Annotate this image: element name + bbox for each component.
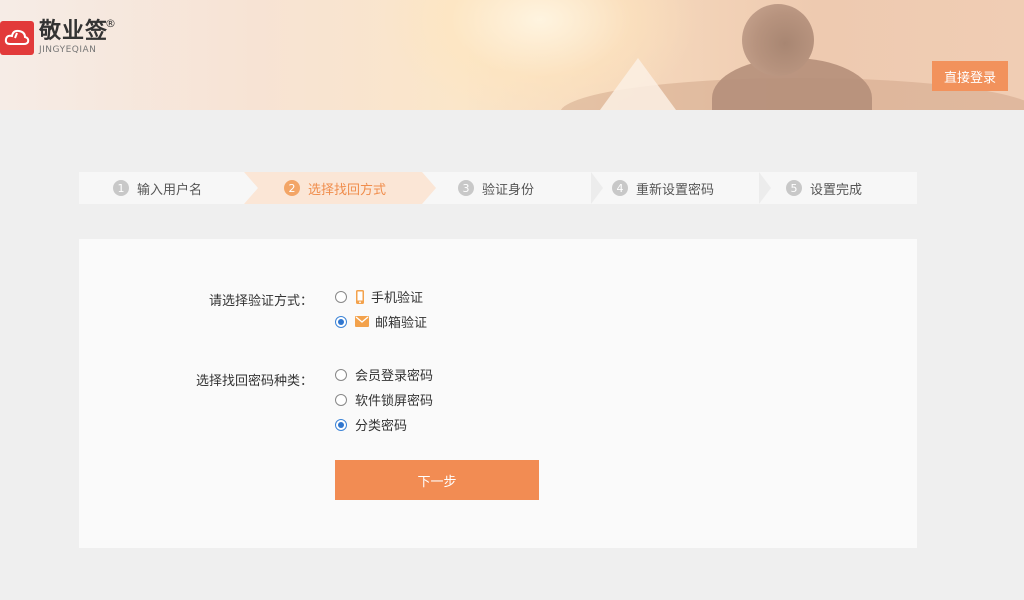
phone-icon	[355, 289, 365, 305]
category-password-label: 分类密码	[355, 419, 408, 434]
step-number: 4	[612, 180, 628, 196]
email-verify-radio[interactable]	[335, 315, 347, 328]
option-lock-screen-password[interactable]: 软件锁屏密码	[335, 390, 433, 409]
category-password-radio[interactable]	[335, 418, 347, 431]
mail-icon	[355, 316, 369, 327]
next-step-button[interactable]: 下一步	[335, 460, 539, 500]
banner-tent	[600, 58, 676, 110]
recovery-method-card: 请选择验证方式： 手机验证 邮箱验证 选择找回密码种类： 会员登录密码 软件锁屏…	[79, 239, 917, 548]
step-progress-bar: 1 输入用户名 2 选择找回方式 3 验证身份 4 重新设置密码 5 设置完成	[79, 172, 917, 204]
member-login-password-label: 会员登录密码	[355, 369, 434, 384]
phone-verify-label: 手机验证	[371, 291, 424, 306]
step-label: 重新设置密码	[636, 182, 715, 198]
step-label: 输入用户名	[137, 182, 203, 198]
registered-mark: ®	[105, 17, 116, 30]
step-number: 3	[458, 180, 474, 196]
member-login-password-radio[interactable]	[335, 368, 347, 381]
email-verify-label: 邮箱验证	[375, 316, 428, 331]
lock-screen-password-label: 软件锁屏密码	[355, 394, 434, 409]
step-2: 2 选择找回方式	[244, 172, 436, 204]
phone-verify-radio[interactable]	[335, 290, 347, 303]
logo-name: 敬业签	[39, 19, 109, 44]
logo-text: 敬业签 JINGYEQIAN	[39, 20, 108, 56]
step-label: 设置完成	[810, 182, 863, 198]
step-divider	[759, 172, 771, 204]
step-1: 1 输入用户名	[79, 172, 244, 204]
step-number: 2	[284, 180, 300, 196]
option-member-login-password[interactable]: 会员登录密码	[335, 365, 433, 384]
direct-login-button[interactable]: 直接登录	[932, 61, 1008, 91]
verify-method-label: 请选择验证方式：	[208, 294, 313, 309]
step-5: 5 设置完成	[762, 172, 917, 204]
step-3: 3 验证身份	[422, 172, 592, 204]
logo-cloud-icon	[0, 21, 34, 55]
step-4: 4 重新设置密码	[592, 172, 762, 204]
banner-person-head	[742, 4, 814, 76]
header-banner: 敬业签 JINGYEQIAN ® 直接登录	[0, 0, 1024, 110]
step-number: 1	[113, 180, 129, 196]
step-label: 选择找回方式	[308, 182, 387, 198]
step-label: 验证身份	[482, 182, 535, 198]
logo-pinyin: JINGYEQIAN	[39, 45, 97, 55]
option-category-password[interactable]: 分类密码	[335, 415, 407, 434]
option-phone-verify[interactable]: 手机验证	[335, 287, 423, 306]
password-type-label: 选择找回密码种类：	[195, 374, 313, 389]
option-email-verify[interactable]: 邮箱验证	[335, 312, 427, 331]
logo[interactable]: 敬业签 JINGYEQIAN ®	[0, 17, 116, 56]
lock-screen-password-radio[interactable]	[335, 393, 347, 406]
step-divider	[591, 172, 603, 204]
step-number: 5	[786, 180, 802, 196]
